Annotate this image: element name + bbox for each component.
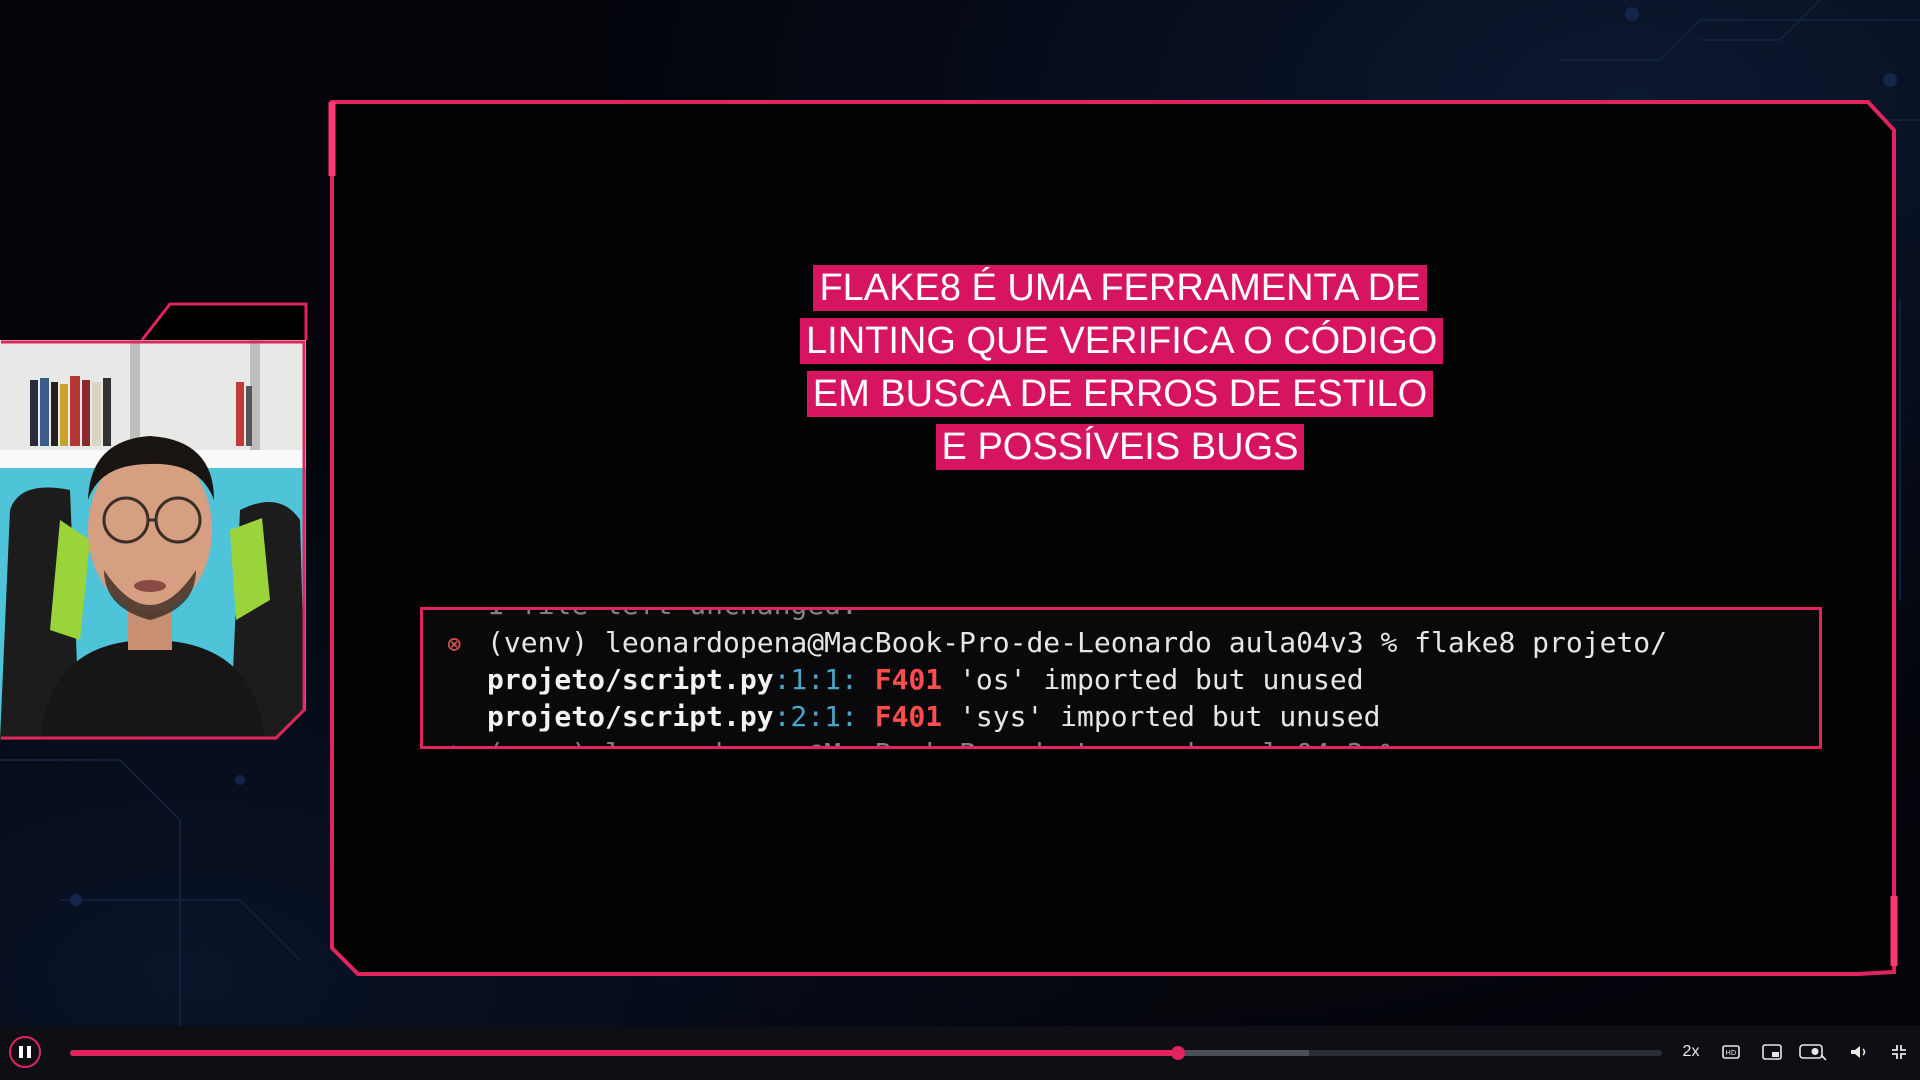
result-location: :1:1: <box>773 663 858 696</box>
error-icon: ⊗ <box>447 630 462 658</box>
progress-track[interactable] <box>70 1050 1662 1056</box>
exit-fullscreen-button[interactable] <box>1886 1037 1912 1067</box>
playback-speed-button[interactable]: 2x <box>1676 1037 1706 1067</box>
result-message: 'sys' imported but unused <box>959 700 1381 733</box>
result-file: projeto/script.py <box>487 700 774 733</box>
volume-button[interactable] <box>1846 1037 1872 1067</box>
terminal-result-line: projeto/script.py:1:1: F401 'os' importe… <box>487 663 1364 696</box>
result-location: :2:1: <box>773 700 858 733</box>
slide-caption: FLAKE8 É UMA FERRAMENTA DE LINTING QUE V… <box>800 262 1444 474</box>
picture-in-picture-icon <box>1762 1044 1782 1060</box>
hd-button[interactable]: HD <box>1718 1037 1744 1067</box>
slide-frame <box>328 96 1900 982</box>
exit-fullscreen-icon <box>1892 1045 1906 1059</box>
svg-text:HD: HD <box>1726 1049 1737 1057</box>
settings-toggle-icon <box>1799 1044 1827 1061</box>
hd-icon: HD <box>1722 1045 1740 1059</box>
progress-thumb[interactable] <box>1171 1046 1186 1060</box>
terminal-result-line: projeto/script.py:2:1: F401 'sys' import… <box>487 700 1380 733</box>
picture-in-picture-button[interactable] <box>1758 1037 1786 1067</box>
video-area[interactable]: FLAKE8 É UMA FERRAMENTA DE LINTING QUE V… <box>0 0 1920 1026</box>
progress-fill <box>70 1050 1179 1056</box>
volume-icon <box>1851 1046 1866 1058</box>
webcam-tab-decoration <box>140 302 308 341</box>
terminal-cut-bottom-line: (venv) leonardopena@MacBook-Pro-de-Leona… <box>487 737 1414 746</box>
prompt-icon: △ <box>447 738 460 746</box>
result-file: projeto/script.py <box>487 663 774 696</box>
terminal-cut-top-line: 1 file left unchanged. <box>487 610 858 621</box>
terminal-command-line: (venv) leonardopena@MacBook-Pro-de-Leona… <box>487 626 1668 659</box>
presenter-webcam <box>0 340 306 740</box>
pause-button[interactable] <box>9 1036 41 1068</box>
result-code: F401 <box>874 663 943 696</box>
settings-toggle-button[interactable] <box>1796 1037 1830 1067</box>
pause-icon <box>19 1046 23 1058</box>
result-code: F401 <box>874 700 943 733</box>
terminal-snippet: 1 file left unchanged. ⊗ (venv) leonardo… <box>420 607 1822 749</box>
caption-text: FLAKE8 É UMA FERRAMENTA DE LINTING QUE V… <box>800 265 1444 470</box>
result-message: 'os' imported but unused <box>959 663 1364 696</box>
